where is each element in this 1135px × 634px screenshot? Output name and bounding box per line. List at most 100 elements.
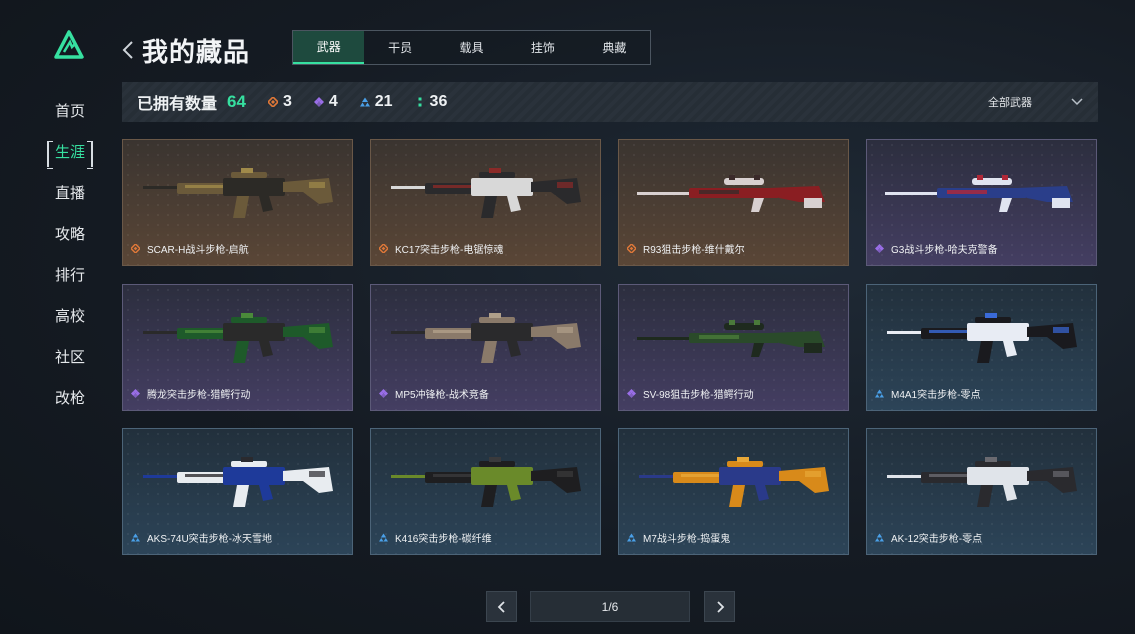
owned-count-value: 64: [227, 92, 246, 111]
tab-3[interactable]: 挂饰: [507, 31, 578, 64]
purple-rarity-count: 4: [313, 93, 338, 111]
weapon-name: M4A1突击步枪-零点: [891, 390, 981, 401]
weapon-image: [637, 320, 825, 357]
sidebar-item-0[interactable]: 首页: [40, 90, 100, 131]
weapon-card[interactable]: G3战斗步枪-哈夫克警备: [866, 139, 1097, 266]
chevron-down-icon[interactable]: [1070, 95, 1084, 109]
weapon-name: KC17突击步枪-电锯惊魂: [395, 245, 504, 256]
weapon-card[interactable]: K416突击步枪-碳纤维: [370, 428, 601, 555]
weapon-name: G3战斗步枪-哈夫克警备: [891, 245, 998, 256]
sidebar-nav: 首页生涯直播攻略排行高校社区改枪: [40, 90, 100, 418]
weapon-card[interactable]: SCAR-H战斗步枪-启航: [122, 139, 353, 266]
tab-4[interactable]: 典藏: [579, 31, 650, 64]
weapon-image: [143, 457, 333, 507]
purple-rarity-icon: [131, 389, 140, 398]
chevron-left-icon: [497, 600, 505, 613]
owned-count-label: 已拥有数量: [137, 96, 218, 113]
tab-1[interactable]: 干员: [364, 31, 435, 64]
stats-bar: 已拥有数量 64 3 4 21 36 全部武器: [122, 82, 1098, 122]
weapon-label: G3战斗步枪-哈夫克警备: [875, 241, 998, 256]
tab-0[interactable]: 武器: [293, 31, 365, 64]
page-title: 我的藏品: [142, 37, 251, 67]
category-tabs: 武器 干员 载具 挂饰 典藏: [292, 30, 651, 65]
weapon-card[interactable]: M7战斗步枪-捣蛋鬼: [618, 428, 849, 555]
weapon-name: AKS-74U突击步枪-冰天雪地: [147, 534, 273, 545]
sidebar-item-label: 攻略: [54, 226, 85, 243]
weapon-card[interactable]: SV-98狙击步枪-猎鳄行动: [618, 284, 849, 411]
sidebar-item-label: 高校: [54, 308, 85, 325]
weapon-image: [391, 313, 581, 363]
weapon-image: [143, 168, 333, 218]
weapon-label: KC17突击步枪-电锯惊魂: [379, 241, 503, 256]
green-rarity-icon: [418, 97, 422, 107]
sidebar-item-label: 排行: [54, 267, 85, 284]
orange-rarity-icon: [131, 244, 140, 253]
weapon-label: M4A1突击步枪-零点: [875, 386, 980, 401]
weapon-image: [887, 313, 1077, 363]
weapon-label: 腾龙突击步枪-猎鳄行动: [131, 386, 250, 401]
weapon-label: R93狙击步枪-维什戴尔: [627, 241, 745, 256]
weapon-label: SV-98狙击步枪-猎鳄行动: [627, 386, 754, 401]
blue-rarity-icon: [131, 533, 140, 542]
weapon-image: [391, 457, 581, 507]
weapon-card[interactable]: MP5冲锋枪-战术竞备: [370, 284, 601, 411]
purple-rarity-icon: [379, 389, 388, 398]
weapon-filter-select[interactable]: 全部武器: [988, 94, 1032, 110]
rarity-count-value: 3: [282, 93, 292, 110]
weapon-card[interactable]: AK-12突击步枪-零点: [866, 428, 1097, 555]
purple-rarity-icon: [875, 244, 884, 253]
sidebar-item-4[interactable]: 排行: [40, 254, 100, 295]
blue-rarity-icon: [627, 533, 636, 542]
purple-rarity-icon: [313, 97, 324, 107]
orange-rarity-icon: [379, 244, 388, 253]
orange-rarity-icon: [627, 244, 636, 253]
page-indicator: 1/6: [530, 591, 690, 622]
triangle-logo-icon[interactable]: [54, 30, 84, 60]
weapon-image: [639, 457, 829, 507]
sidebar-item-2[interactable]: 直播: [40, 172, 100, 213]
blue-rarity-icon: [359, 97, 370, 107]
blue-rarity-count: 21: [359, 93, 393, 111]
green-rarity-count: 36: [415, 93, 447, 111]
rarity-count-value: 4: [328, 93, 338, 110]
weapon-image: [391, 168, 581, 218]
weapon-name: K416突击步枪-碳纤维: [395, 534, 492, 545]
chevron-left-icon[interactable]: [121, 38, 135, 62]
sidebar-item-label: 生涯: [54, 144, 85, 161]
weapon-card[interactable]: KC17突击步枪-电锯惊魂: [370, 139, 601, 266]
next-page-button[interactable]: [704, 591, 735, 622]
weapon-label: MP5冲锋枪-战术竞备: [379, 386, 489, 401]
weapon-card[interactable]: AKS-74U突击步枪-冰天雪地: [122, 428, 353, 555]
purple-rarity-icon: [627, 389, 636, 398]
blue-rarity-icon: [875, 533, 884, 542]
weapon-card[interactable]: M4A1突击步枪-零点: [866, 284, 1097, 411]
orange-rarity-icon: [267, 97, 278, 107]
weapon-image: [143, 313, 333, 363]
weapon-name: SV-98狙击步枪-猎鳄行动: [643, 390, 754, 401]
weapon-name: SCAR-H战斗步枪-启航: [147, 245, 249, 256]
weapon-name: AK-12突击步枪-零点: [891, 534, 983, 545]
sidebar-item-label: 改枪: [54, 390, 85, 407]
weapon-card[interactable]: R93狙击步枪-维什戴尔: [618, 139, 849, 266]
orange-rarity-count: 3: [267, 93, 292, 111]
sidebar-item-5[interactable]: 高校: [40, 295, 100, 336]
sidebar-item-7[interactable]: 改枪: [40, 377, 100, 418]
weapon-label: M7战斗步枪-捣蛋鬼: [627, 530, 730, 545]
weapon-label: AK-12突击步枪-零点: [875, 530, 982, 545]
weapon-name: M7战斗步枪-捣蛋鬼: [643, 534, 731, 545]
tab-2[interactable]: 载具: [436, 31, 507, 64]
blue-rarity-icon: [875, 389, 884, 398]
sidebar-item-6[interactable]: 社区: [40, 336, 100, 377]
weapon-image: [637, 175, 825, 212]
weapon-card[interactable]: 腾龙突击步枪-猎鳄行动: [122, 284, 353, 411]
weapon-name: 腾龙突击步枪-猎鳄行动: [147, 390, 251, 401]
sidebar-item-3[interactable]: 攻略: [40, 213, 100, 254]
rarity-count-value: 21: [374, 93, 393, 110]
weapon-image: [885, 175, 1073, 212]
weapon-name: R93狙击步枪-维什戴尔: [643, 245, 745, 256]
weapon-image: [887, 457, 1077, 507]
weapon-label: AKS-74U突击步枪-冰天雪地: [131, 530, 272, 545]
weapon-label: SCAR-H战斗步枪-启航: [131, 241, 249, 256]
sidebar-item-1[interactable]: 生涯: [40, 131, 100, 172]
prev-page-button[interactable]: [486, 591, 517, 622]
